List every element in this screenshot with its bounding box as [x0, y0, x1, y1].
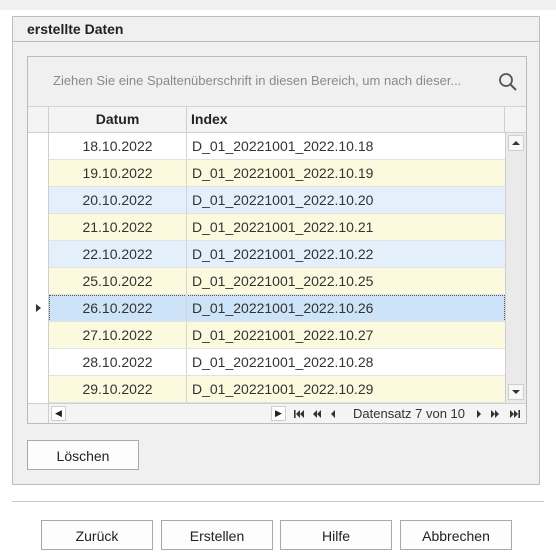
cell-date[interactable]: 20.10.2022 [49, 187, 187, 213]
previous-page-icon[interactable] [310, 406, 324, 422]
table-row[interactable]: 26.10.2022 D_01_20221001_2022.10.26 [49, 295, 505, 322]
table-row[interactable]: 21.10.2022 D_01_20221001_2022.10.21 [49, 214, 505, 241]
header-scroll-corner [505, 107, 526, 132]
row-indicator-column [28, 133, 49, 403]
cell-index[interactable]: D_01_20221001_2022.10.28 [187, 349, 505, 375]
cell-index[interactable]: D_01_20221001_2022.10.19 [187, 160, 505, 186]
cell-date[interactable]: 21.10.2022 [49, 214, 187, 240]
column-header-datum[interactable]: Datum [49, 107, 187, 132]
delete-button[interactable]: Löschen [27, 440, 139, 470]
scroll-up-icon[interactable] [508, 135, 524, 151]
cell-date[interactable]: 22.10.2022 [49, 241, 187, 267]
last-record-icon[interactable] [507, 406, 523, 422]
table-row[interactable]: 27.10.2022 D_01_20221001_2022.10.27 [49, 322, 505, 349]
cell-date[interactable]: 19.10.2022 [49, 160, 187, 186]
help-button[interactable]: Hilfe [280, 520, 392, 550]
column-header-index[interactable]: Index [187, 107, 505, 132]
cell-index[interactable]: D_01_20221001_2022.10.18 [187, 133, 505, 159]
group-by-panel[interactable]: Ziehen Sie eine Spaltenüberschrift in di… [28, 57, 526, 107]
table-row[interactable]: 20.10.2022 D_01_20221001_2022.10.20 [49, 187, 505, 214]
groupbox-title: erstellte Daten [13, 17, 539, 42]
previous-record-icon[interactable] [328, 406, 338, 422]
first-record-icon[interactable] [292, 406, 306, 422]
row-indicator-icon [36, 304, 41, 312]
cell-index[interactable]: D_01_20221001_2022.10.22 [187, 241, 505, 267]
table-row[interactable]: 28.10.2022 D_01_20221001_2022.10.28 [49, 349, 505, 376]
scroll-down-icon[interactable] [508, 384, 524, 400]
cell-date[interactable]: 26.10.2022 [49, 295, 187, 321]
group-by-hint: Ziehen Sie eine Spaltenüberschrift in di… [53, 73, 462, 88]
table-row[interactable]: 25.10.2022 D_01_20221001_2022.10.25 [49, 268, 505, 295]
cancel-button[interactable]: Abbrechen [400, 520, 512, 550]
data-navigator: ◀ ▶ Datensatz 7 von 10 [49, 403, 505, 423]
record-position-text: Datensatz 7 von 10 [353, 406, 466, 421]
column-header-row: Datum Index [28, 107, 526, 133]
cell-index[interactable]: D_01_20221001_2022.10.21 [187, 214, 505, 240]
data-grid: Ziehen Sie eine Spaltenüberschrift in di… [27, 56, 527, 424]
table-row[interactable]: 18.10.2022 D_01_20221001_2022.10.18 [49, 133, 505, 160]
cell-index[interactable]: D_01_20221001_2022.10.25 [187, 268, 505, 294]
scroll-right-icon[interactable]: ▶ [271, 406, 286, 421]
cell-index[interactable]: D_01_20221001_2022.10.27 [187, 322, 505, 348]
cell-date[interactable]: 18.10.2022 [49, 133, 187, 159]
cell-date[interactable]: 29.10.2022 [49, 376, 187, 402]
table-row[interactable]: 22.10.2022 D_01_20221001_2022.10.22 [49, 241, 505, 268]
navigator-corner-left [28, 403, 49, 423]
search-icon[interactable] [498, 72, 518, 92]
vertical-scrollbar[interactable] [505, 133, 526, 403]
cell-date[interactable]: 27.10.2022 [49, 322, 187, 348]
create-button[interactable]: Erstellen [161, 520, 273, 550]
footer-divider [12, 501, 544, 502]
window-top-strip [0, 0, 556, 10]
next-page-icon[interactable] [488, 406, 502, 422]
cell-date[interactable]: 25.10.2022 [49, 268, 187, 294]
navigator-corner-right [505, 403, 526, 423]
back-button[interactable]: Zurück [41, 520, 153, 550]
cell-index[interactable]: D_01_20221001_2022.10.26 [187, 295, 505, 321]
next-record-icon[interactable] [474, 406, 484, 422]
cell-date[interactable]: 28.10.2022 [49, 349, 187, 375]
table-row[interactable]: 29.10.2022 D_01_20221001_2022.10.29 [49, 376, 505, 403]
cell-index[interactable]: D_01_20221001_2022.10.29 [187, 376, 505, 402]
scroll-left-icon[interactable]: ◀ [51, 406, 66, 421]
header-corner [28, 107, 49, 132]
cell-index[interactable]: D_01_20221001_2022.10.20 [187, 187, 505, 213]
table-row[interactable]: 19.10.2022 D_01_20221001_2022.10.19 [49, 160, 505, 187]
